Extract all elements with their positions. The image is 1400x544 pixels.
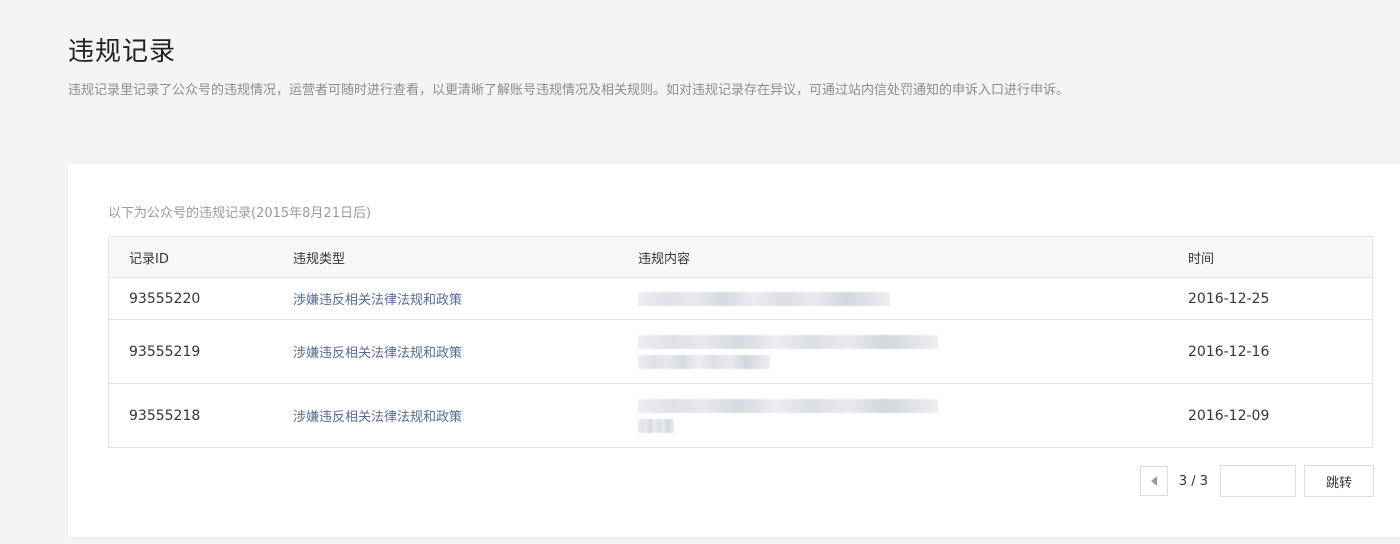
record-id: 93555220 [129,290,201,307]
blurred-content [638,398,938,433]
record-id: 93555219 [129,343,201,360]
records-table: 记录ID 违规类型 违规内容 时间 93555220 涉嫌违反相关法律法规和政策… [108,236,1373,448]
jump-button[interactable]: 跳转 [1304,465,1374,497]
column-header-type: 违规类型 [293,251,346,267]
page-description: 违规记录里记录了公众号的违规情况，运营者可随时进行查看，以更清晰了解账号违规情况… [68,83,1070,98]
record-time: 2016-12-09 [1188,407,1270,424]
pagination: 3 / 3 跳转 [1139,465,1374,497]
record-time: 2016-12-25 [1188,290,1270,307]
blurred-content [638,291,890,306]
record-time: 2016-12-16 [1188,343,1270,360]
page-indicator: 3 / 3 [1178,473,1208,489]
violation-type-link[interactable]: 涉嫌违反相关法律法规和政策 [273,320,618,383]
records-card: 以下为公众号的违规记录(2015年8月21日后) 记录ID 违规类型 违规内容 … [68,164,1400,537]
violation-type-link[interactable]: 涉嫌违反相关法律法规和政策 [273,384,618,447]
records-caption: 以下为公众号的违规记录(2015年8月21日后) [108,206,372,221]
page-jump-input[interactable] [1220,465,1296,497]
blurred-content [638,334,938,369]
violation-content [618,320,1168,383]
column-header-content: 违规内容 [638,251,691,267]
table-header: 记录ID 违规类型 违规内容 时间 [109,237,1372,278]
violation-content [618,278,1168,319]
table-row: 93555218 涉嫌违反相关法律法规和政策 2016-12-09 [109,384,1372,447]
page-title: 违规记录 [68,37,177,68]
column-header-id: 记录ID [129,251,169,267]
record-id: 93555218 [129,407,201,424]
violation-content [618,384,1168,447]
table-row: 93555220 涉嫌违反相关法律法规和政策 2016-12-25 [109,278,1372,320]
table-row: 93555219 涉嫌违反相关法律法规和政策 2016-12-16 [109,320,1372,384]
column-header-time: 时间 [1188,251,1215,267]
prev-page-button[interactable] [1139,466,1168,496]
triangle-left-icon [1150,476,1157,486]
violation-type-link[interactable]: 涉嫌违反相关法律法规和政策 [273,278,618,319]
